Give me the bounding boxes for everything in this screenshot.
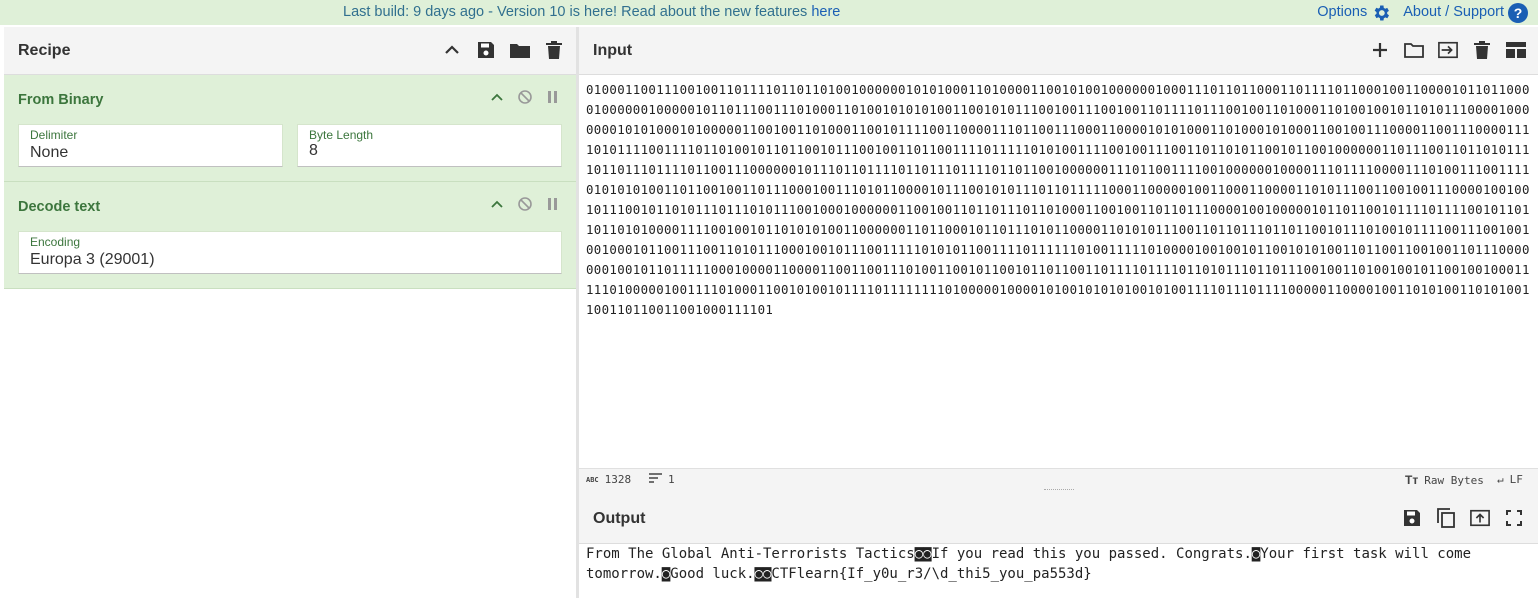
encoding-value[interactable]: Europa 3 (29001) — [30, 251, 155, 269]
chevron-up-icon[interactable] — [490, 197, 504, 211]
recipe-pane: Recipe From Binary Delimiter None Byte L… — [4, 27, 576, 598]
eol-selector[interactable]: ↵ LF — [1497, 473, 1523, 486]
replace-input-icon[interactable] — [1470, 508, 1490, 528]
delimiter-field[interactable]: Delimiter None — [18, 124, 283, 167]
chevron-up-icon[interactable] — [442, 40, 462, 60]
input-header: Input — [579, 27, 1538, 75]
eol-value: LF — [1509, 473, 1523, 486]
layout-icon[interactable] — [1506, 40, 1526, 60]
delimiter-value[interactable]: None — [30, 144, 68, 162]
top-banner: Last build: 9 days ago - Version 10 is h… — [0, 0, 1538, 25]
output-header: Output — [579, 490, 1538, 544]
save-icon[interactable] — [1402, 508, 1422, 528]
disable-icon[interactable] — [518, 90, 532, 104]
open-folder-icon[interactable] — [1404, 40, 1424, 60]
operation-title[interactable]: From Binary — [18, 92, 103, 108]
options-label: Options — [1317, 4, 1368, 20]
text-size-icon: Tт — [1405, 473, 1419, 487]
byte-length-value[interactable]: 8 — [309, 142, 318, 160]
disable-icon[interactable] — [518, 197, 532, 211]
build-notice: Last build: 9 days ago - Version 10 is h… — [343, 0, 840, 25]
output-textarea[interactable]: From The Global Anti-Terrorists Tactics◙… — [586, 544, 1531, 584]
encoding-value: Raw Bytes — [1424, 473, 1484, 487]
input-title: Input — [593, 42, 633, 59]
maximize-icon[interactable] — [1504, 508, 1524, 528]
folder-icon[interactable] — [510, 40, 530, 60]
return-icon: ↵ — [1497, 473, 1504, 486]
version-text: - Version 10 is here! Read about the new… — [484, 4, 812, 20]
options-link[interactable]: Options — [1317, 0, 1391, 25]
operation-from-binary: From Binary Delimiter None Byte Length 8 — [4, 75, 576, 182]
banner-actions: Options About / Support ? — [1317, 0, 1528, 25]
lines-value: 1 — [668, 473, 675, 486]
copy-icon[interactable] — [1436, 508, 1456, 528]
help-icon: ? — [1508, 2, 1528, 23]
recipe-title: Recipe — [18, 42, 71, 59]
length-value: 1328 — [604, 473, 632, 486]
operation-title[interactable]: Decode text — [18, 199, 100, 215]
about-support-link[interactable]: About / Support ? — [1403, 0, 1528, 25]
svg-text:?: ? — [1514, 5, 1523, 21]
recipe-header: Recipe — [4, 27, 576, 75]
last-build-text: Last build: 9 days ago — [343, 4, 485, 20]
lines-icon — [649, 473, 662, 486]
output-pane: Output From The Global Anti-Terrorists T… — [579, 490, 1538, 598]
chevron-up-icon[interactable] — [490, 90, 504, 104]
input-pane: Input 0100011001110010011011110110110100… — [579, 27, 1538, 489]
abc-icon: ABC — [586, 475, 599, 484]
here-link[interactable]: here — [811, 4, 840, 20]
plus-icon[interactable] — [1370, 40, 1390, 60]
pause-icon[interactable] — [546, 90, 560, 104]
save-icon[interactable] — [476, 40, 496, 60]
operation-decode-text: Decode text Encoding Europa 3 (29001) — [4, 182, 576, 289]
encoding-field[interactable]: Encoding Europa 3 (29001) — [18, 231, 562, 274]
byte-length-field[interactable]: Byte Length 8 — [297, 124, 562, 167]
input-icon[interactable] — [1438, 40, 1458, 60]
delimiter-label: Delimiter — [30, 128, 78, 142]
encoding-label: Encoding — [30, 235, 81, 249]
input-textarea[interactable]: 0100011001110010011011110110110100100000… — [586, 80, 1534, 320]
byte-length-label: Byte Length — [309, 128, 374, 142]
gear-icon — [1371, 3, 1391, 23]
about-label: About / Support — [1403, 4, 1504, 20]
trash-icon[interactable] — [544, 40, 564, 60]
encoding-selector[interactable]: Tт Raw Bytes — [1405, 473, 1484, 487]
output-title: Output — [593, 510, 646, 527]
trash-icon[interactable] — [1472, 40, 1492, 60]
pause-icon[interactable] — [546, 197, 560, 211]
input-status-bar: ABC 1328 1 Tт Raw Bytes ↵ LF — [579, 468, 1538, 490]
